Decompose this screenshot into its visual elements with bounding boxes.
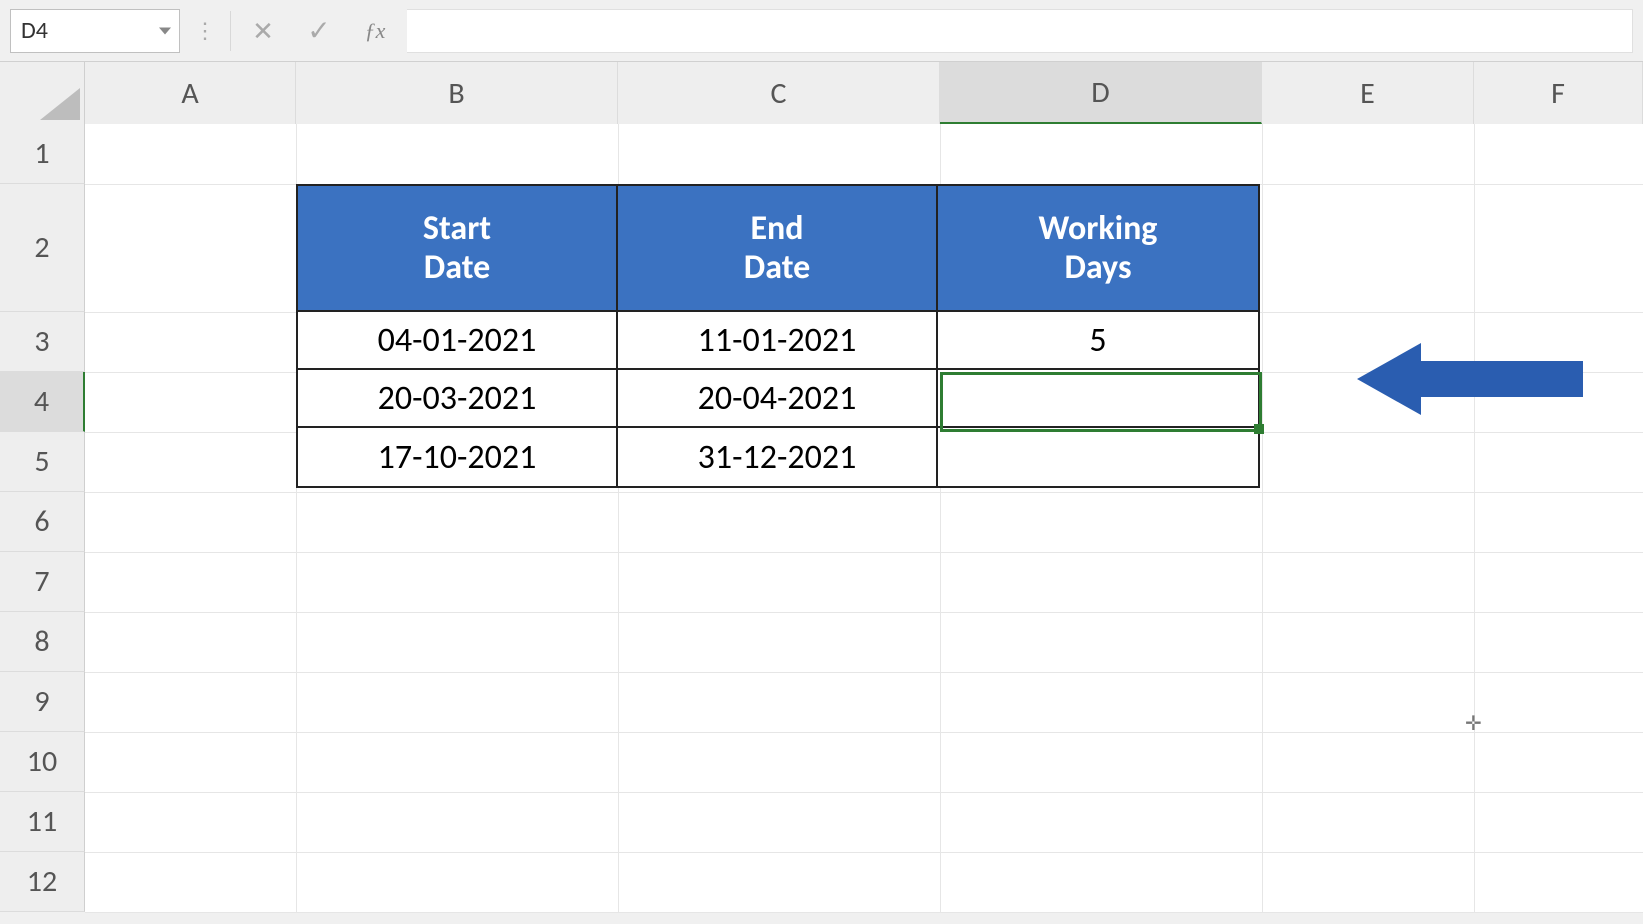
cell-D3[interactable]: 5 [938,312,1258,370]
column-headers: A B C D E F [0,62,1643,124]
drag-handle-icon: ⋮ [188,17,222,44]
row-header-1[interactable]: 1 [0,124,85,184]
select-all-corner[interactable] [0,62,85,124]
row-header-2[interactable]: 2 [0,184,85,312]
cell-B5[interactable]: 17-10-2021 [298,428,618,486]
row-header-7[interactable]: 7 [0,552,85,612]
name-box[interactable]: D4 [10,9,180,53]
cell-B3[interactable]: 04-01-2021 [298,312,618,370]
cell-C5[interactable]: 31-12-2021 [618,428,938,486]
fx-icon[interactable]: ƒx [351,11,399,51]
header-start-date[interactable]: Start Date [298,186,618,312]
spreadsheet-grid: A B C D E F 1 2 3 4 5 6 7 8 9 10 11 12 [0,62,1643,912]
row-header-5[interactable]: 5 [0,432,85,492]
cells-area[interactable]: Start Date End Date Working Days 04-01-2… [85,124,1643,912]
cell-D5[interactable] [938,428,1258,486]
cell-B4[interactable]: 20-03-2021 [298,370,618,428]
row-header-9[interactable]: 9 [0,672,85,732]
enter-icon[interactable]: ✓ [295,11,343,51]
chevron-down-icon[interactable] [159,27,171,34]
arrow-annotation-icon [1357,339,1597,419]
row-header-11[interactable]: 11 [0,792,85,852]
row-header-3[interactable]: 3 [0,312,85,372]
formula-input[interactable] [407,9,1633,53]
formula-bar: D4 ⋮ ✕ ✓ ƒx [0,0,1643,62]
separator [230,11,231,51]
row-headers: 1 2 3 4 5 6 7 8 9 10 11 12 [0,124,85,912]
row-header-4[interactable]: 4 [0,372,85,432]
cancel-icon[interactable]: ✕ [239,11,287,51]
column-header-E[interactable]: E [1262,62,1474,124]
column-header-A[interactable]: A [85,62,296,124]
header-end-date[interactable]: End Date [618,186,938,312]
column-header-D[interactable]: D [940,62,1262,124]
data-table: Start Date End Date Working Days 04-01-2… [296,184,1260,488]
row-header-8[interactable]: 8 [0,612,85,672]
column-header-B[interactable]: B [296,62,618,124]
column-header-C[interactable]: C [618,62,940,124]
row-header-10[interactable]: 10 [0,732,85,792]
name-box-value: D4 [21,16,48,45]
cell-C4[interactable]: 20-04-2021 [618,370,938,428]
cell-D4[interactable] [938,370,1258,428]
row-header-12[interactable]: 12 [0,852,85,912]
header-working-days[interactable]: Working Days [938,186,1258,312]
row-header-6[interactable]: 6 [0,492,85,552]
cell-C3[interactable]: 11-01-2021 [618,312,938,370]
column-header-F[interactable]: F [1474,62,1643,124]
